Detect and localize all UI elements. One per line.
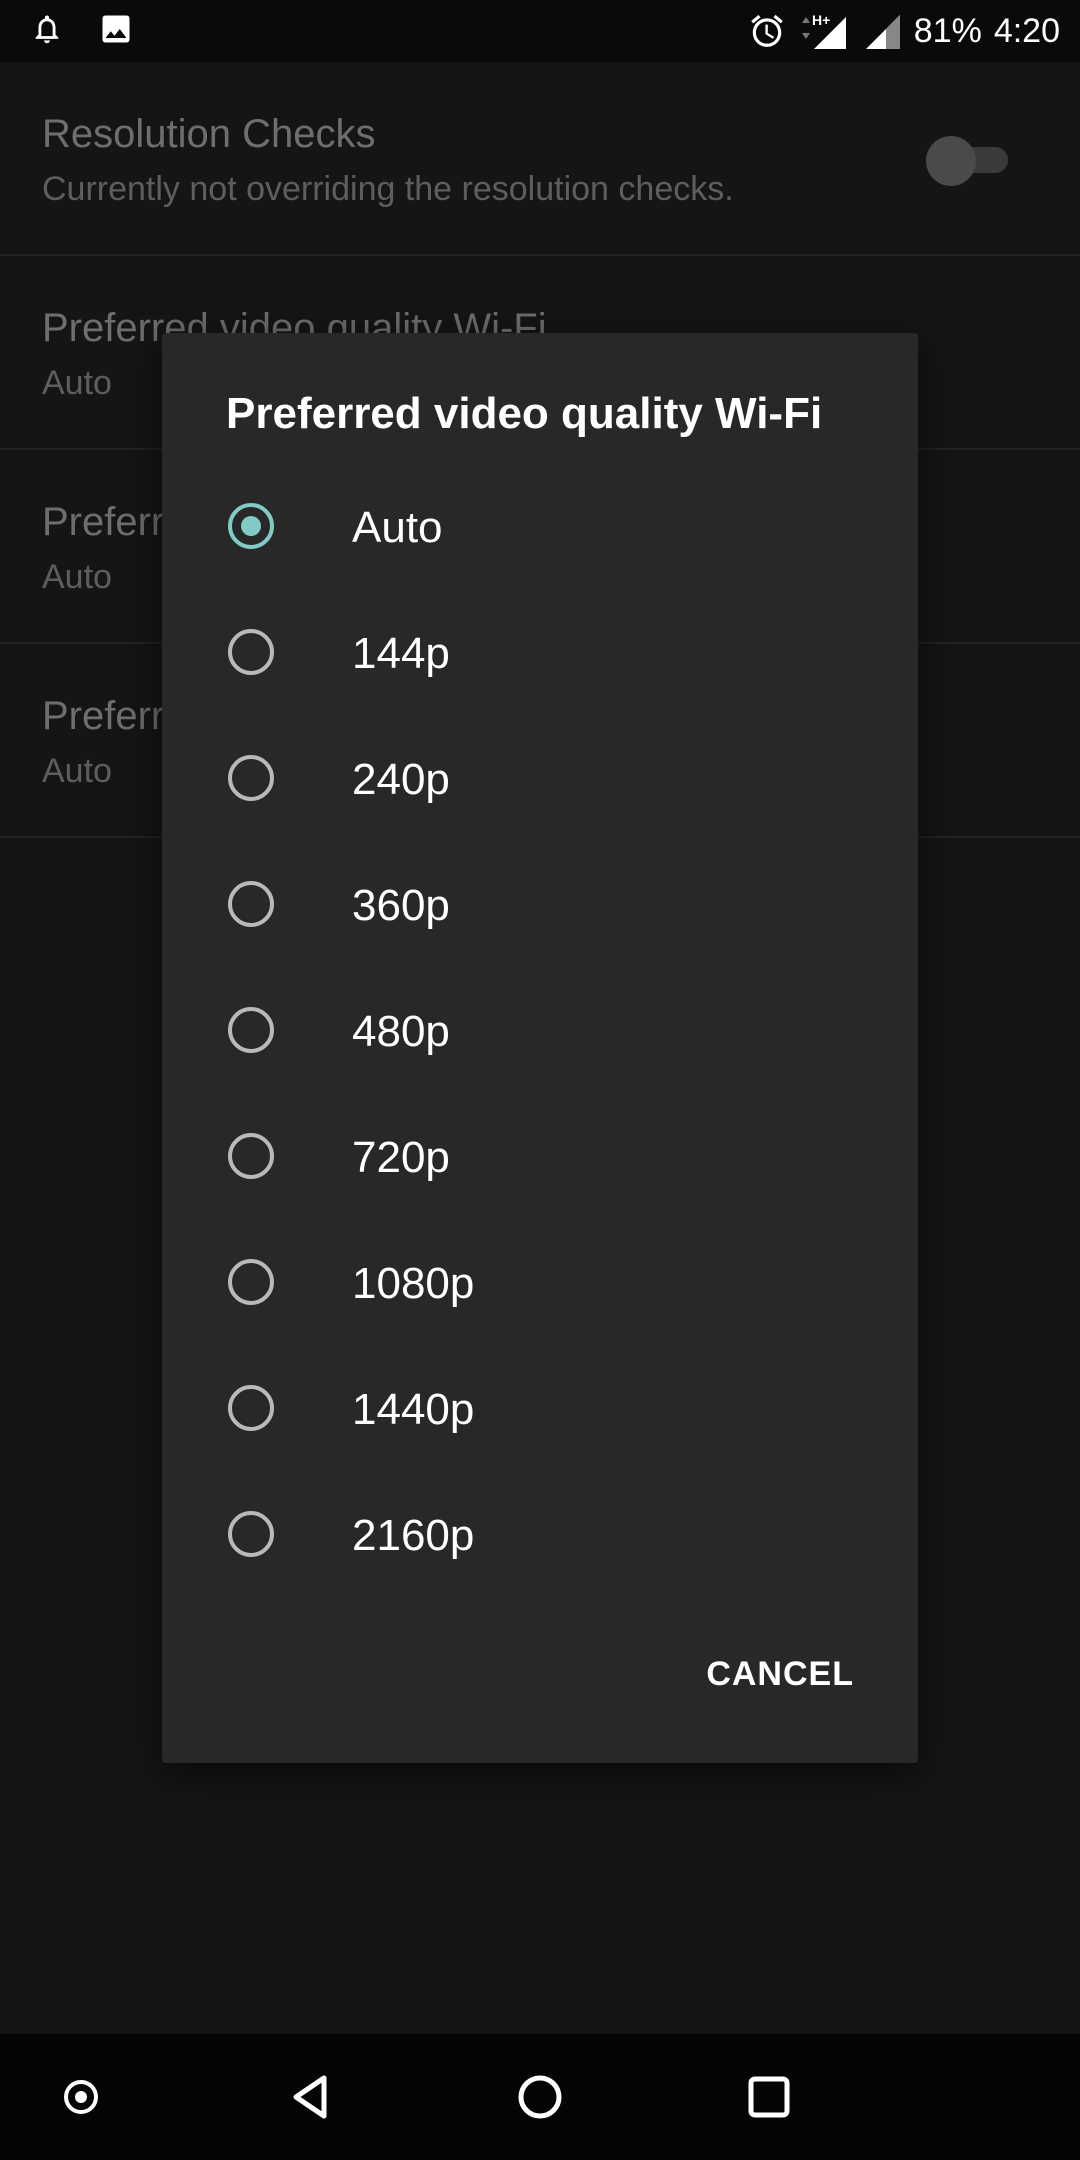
- setting-title: Resolution Checks: [42, 112, 376, 156]
- back-icon[interactable]: [286, 2072, 336, 2122]
- home-icon[interactable]: [515, 2072, 565, 2122]
- notification-bell-icon: [30, 11, 64, 52]
- option-480p[interactable]: 480p: [162, 969, 918, 1095]
- recents-icon[interactable]: [744, 2072, 794, 2122]
- status-bar: H+ 81% 4:20: [0, 0, 1080, 62]
- radio-button[interactable]: [228, 881, 274, 927]
- option-label: 360p: [352, 881, 450, 930]
- option-label: 1080p: [352, 1259, 475, 1308]
- option-label: 480p: [352, 1007, 450, 1056]
- setting-summary: Auto: [42, 364, 112, 402]
- option-1080p[interactable]: 1080p: [162, 1221, 918, 1347]
- radio-button-checked[interactable]: [228, 503, 274, 549]
- setting-resolution-checks[interactable]: Resolution Checks Currently not overridi…: [0, 62, 1080, 256]
- radio-button[interactable]: [228, 1133, 274, 1179]
- battery-percent: 81%: [913, 11, 982, 50]
- video-quality-dialog: Preferred video quality Wi-Fi Auto 144p …: [162, 333, 918, 1763]
- resolution-checks-toggle[interactable]: [926, 136, 1010, 186]
- clock-time: 4:20: [993, 11, 1060, 50]
- option-auto[interactable]: Auto: [162, 465, 918, 591]
- option-label: 1440p: [352, 1385, 475, 1434]
- assistant-icon[interactable]: [56, 2072, 106, 2122]
- mobile-signal-icon: H+: [798, 11, 850, 51]
- alarm-icon: [748, 12, 786, 50]
- network-type-label: H+: [812, 12, 830, 28]
- status-right-icons: H+ 81% 4:20: [748, 11, 1080, 51]
- navigation-bar: [0, 2034, 1080, 2160]
- option-240p[interactable]: 240p: [162, 717, 918, 843]
- option-1440p[interactable]: 1440p: [162, 1347, 918, 1473]
- setting-summary: Auto: [42, 752, 112, 790]
- option-label: 2160p: [352, 1511, 475, 1560]
- dialog-title: Preferred video quality Wi-Fi: [226, 389, 823, 438]
- option-label: 144p: [352, 629, 450, 678]
- status-left-icons: [0, 11, 134, 52]
- radio-button[interactable]: [228, 755, 274, 801]
- wifi-signal-icon: [862, 11, 902, 51]
- option-720p[interactable]: 720p: [162, 1095, 918, 1221]
- radio-button[interactable]: [228, 1511, 274, 1557]
- option-label: 240p: [352, 755, 450, 804]
- image-icon: [98, 11, 134, 52]
- toggle-thumb: [926, 136, 976, 186]
- option-label: Auto: [352, 503, 443, 552]
- setting-summary: Currently not overriding the resolution …: [42, 170, 734, 208]
- radio-button[interactable]: [228, 1259, 274, 1305]
- radio-button[interactable]: [228, 1385, 274, 1431]
- radio-button[interactable]: [228, 629, 274, 675]
- option-144p[interactable]: 144p: [162, 591, 918, 717]
- option-360p[interactable]: 360p: [162, 843, 918, 969]
- radio-button[interactable]: [228, 1007, 274, 1053]
- option-2160p[interactable]: 2160p: [162, 1473, 918, 1599]
- option-label: 720p: [352, 1133, 450, 1182]
- cancel-button[interactable]: CANCEL: [702, 1649, 858, 1700]
- setting-summary: Auto: [42, 558, 112, 596]
